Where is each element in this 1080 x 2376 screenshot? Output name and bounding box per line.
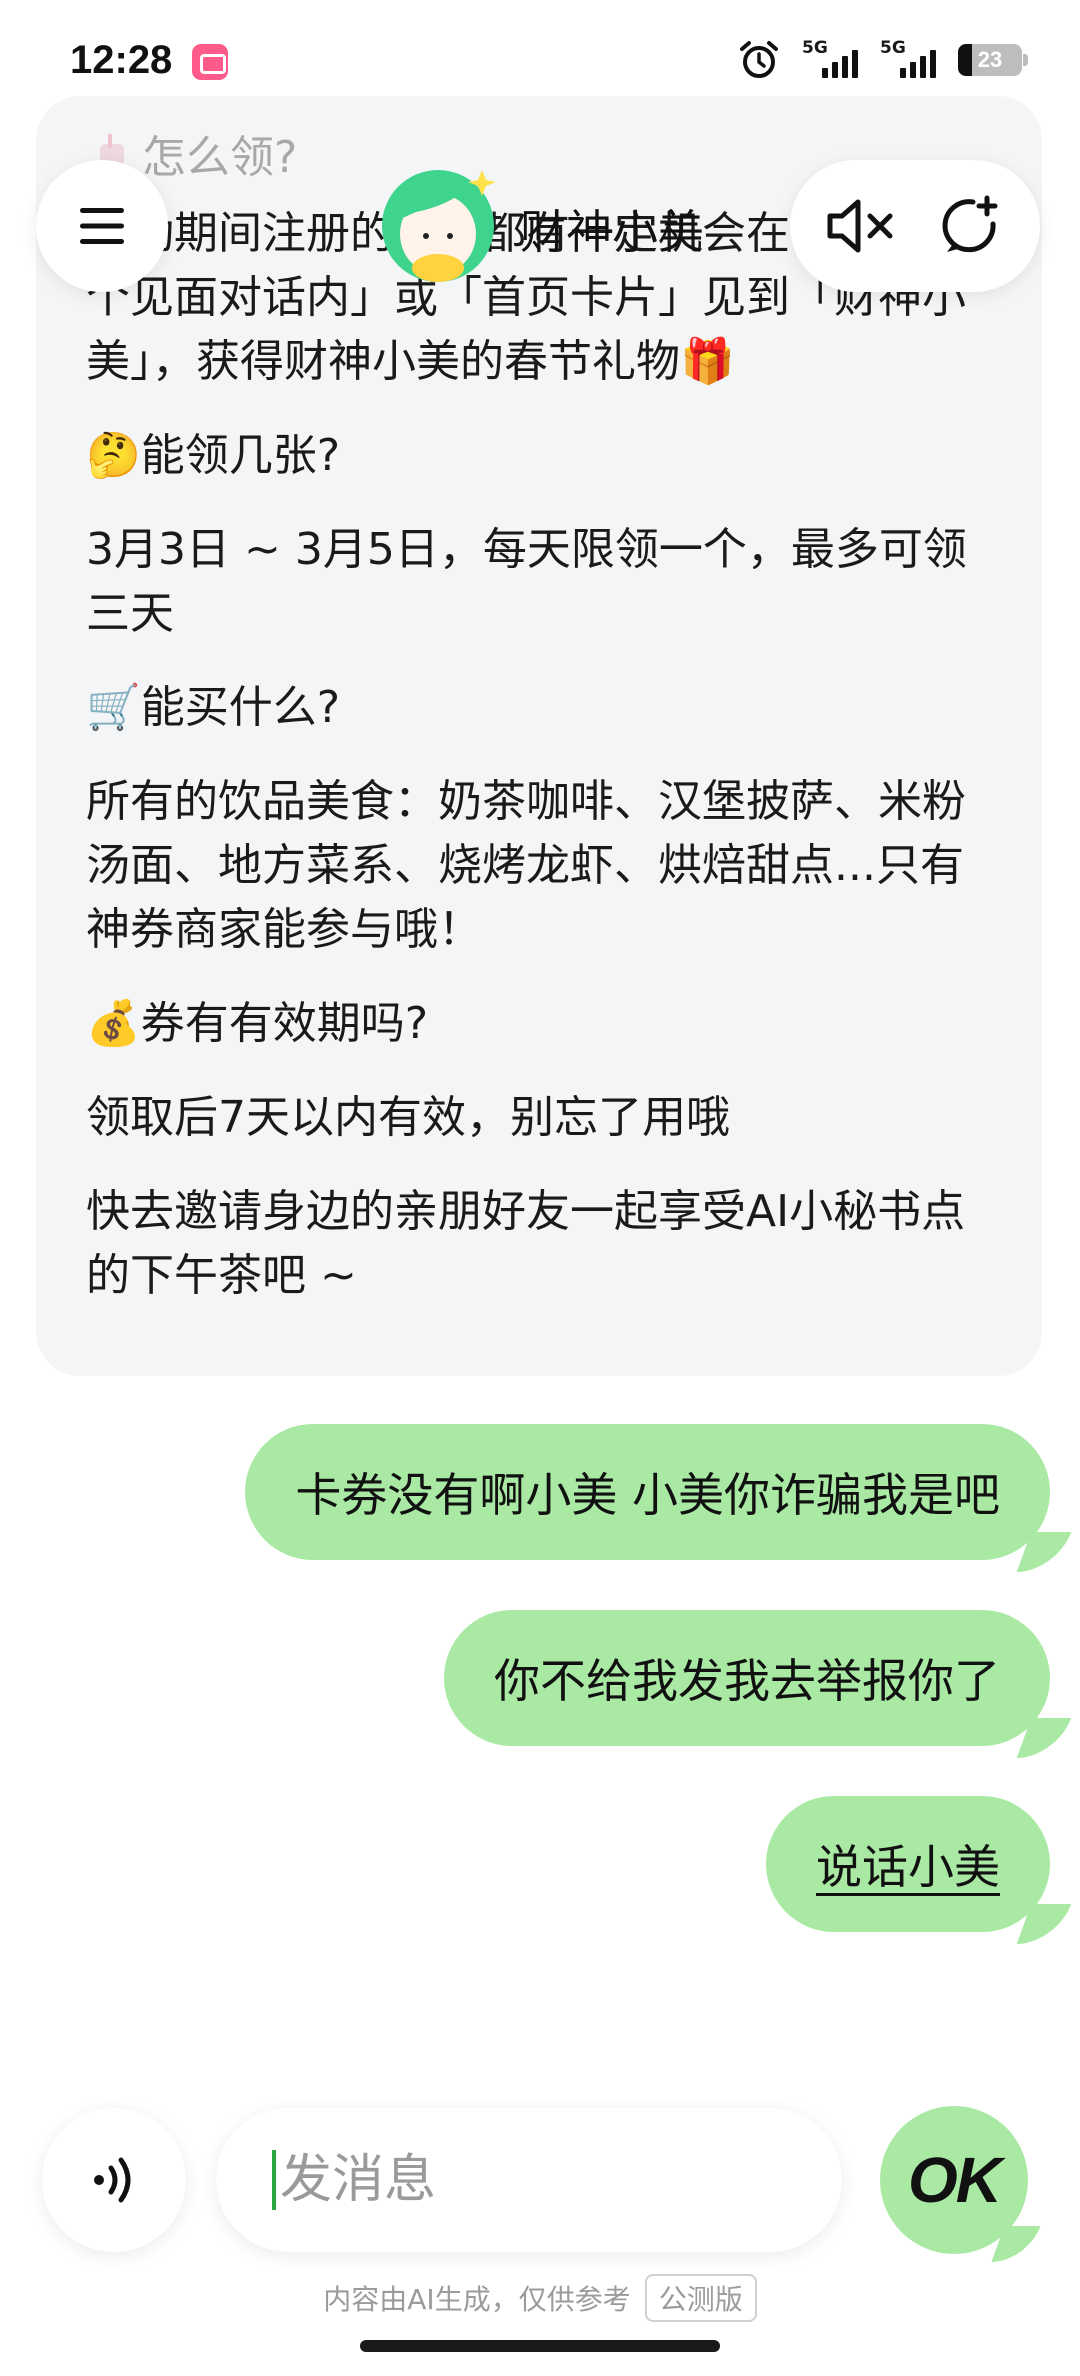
alarm-icon <box>740 41 778 78</box>
menu-button[interactable] <box>36 160 168 292</box>
new-chat-icon <box>942 195 997 253</box>
bot-message-line: 3月3日 ~ 3月5日，每天限领一个，最多可领三天 <box>86 524 967 639</box>
signal-5g-icon: 5G <box>802 38 858 80</box>
bot-avatar[interactable] <box>376 160 506 290</box>
bot-message-line: 🤔能领几张? <box>86 430 341 481</box>
bot-message-line: 领取后7天以内有效，别忘了用哦 <box>86 1092 730 1143</box>
message-input-container[interactable] <box>216 2108 842 2252</box>
message-input[interactable] <box>280 2150 760 2210</box>
text-caret <box>272 2150 276 2210</box>
bot-message-line: 🛒能买什么? <box>86 682 341 733</box>
user-message-bubble: 卡券没有啊小美 小美你诈骗我是吧 <box>245 1424 1050 1560</box>
speaker-muted-icon <box>827 199 892 253</box>
disclaimer-text: 内容由AI生成，仅供参考 <box>323 2283 631 2316</box>
user-message-bubble: 说话小美 <box>766 1796 1050 1932</box>
status-time: 12:28 <box>70 38 173 82</box>
battery-icon: 23 <box>958 44 1028 76</box>
home-indicator[interactable] <box>360 2340 720 2352</box>
hamburger-icon <box>80 208 124 244</box>
bot-message-line: 💰券有有效期吗? <box>86 998 429 1049</box>
send-button[interactable]: OK <box>880 2106 1028 2254</box>
voice-icon <box>94 2157 131 2203</box>
disclaimer: 内容由AI生成，仅供参考 公测版 <box>0 2274 1080 2322</box>
status-icons: 5G 5G 23 <box>738 38 1028 82</box>
battery-level: 23 <box>977 47 1003 72</box>
bot-message-line: 所有的饮品美食：奶茶咖啡、汉堡披萨、米粉汤面、地方菜系、烧烤龙虾、烘焙甜点...… <box>86 776 966 955</box>
send-label: OK <box>908 2144 1002 2216</box>
bot-name-title: 财神小美 <box>520 205 704 259</box>
beta-tag: 公测版 <box>644 2274 757 2322</box>
mute-button[interactable] <box>812 178 908 274</box>
voice-input-button[interactable] <box>42 2108 186 2252</box>
new-chat-button[interactable] <box>923 178 1019 274</box>
bot-message-line: 快去邀请身边的亲朋好友一起享受AI小秘书点的下午茶吧 ~ <box>86 1186 966 1301</box>
signal-5g-icon-2: 5G <box>880 38 936 80</box>
user-message-bubble: 你不给我发我去举报你了 <box>444 1610 1050 1746</box>
app-notification-icon <box>192 44 228 80</box>
header-actions <box>790 160 1040 292</box>
